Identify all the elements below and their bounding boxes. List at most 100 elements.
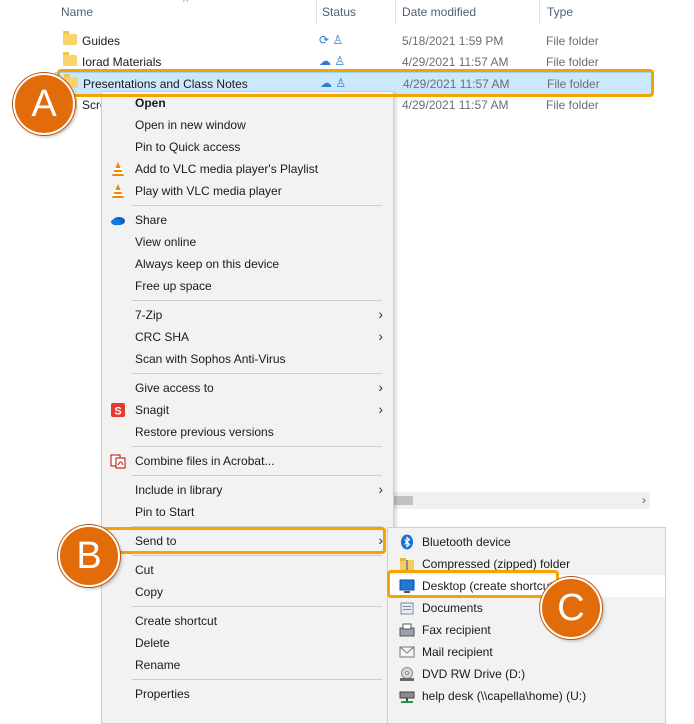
menu-item-vlc-play[interactable]: Play with VLC media player (102, 180, 393, 202)
menu-item-label: Rename (135, 658, 181, 672)
menu-item-copy[interactable]: Copy (102, 581, 393, 603)
send-to-mail[interactable]: Mail recipient (388, 641, 665, 663)
file-name: Guides (82, 34, 121, 48)
highlight-send-to (101, 527, 386, 554)
menu-item-free-up-space[interactable]: Free up space (102, 275, 393, 297)
menu-divider (132, 373, 382, 374)
menu-item-label: Play with VLC media player (135, 184, 282, 198)
menu-item-sophos-scan[interactable]: Scan with Sophos Anti-Virus (102, 348, 393, 370)
submenu-item-label: Compressed (zipped) folder (422, 557, 571, 571)
callout-b: B (58, 525, 120, 587)
menu-item-label: Pin to Quick access (135, 140, 241, 154)
menu-item-label: Free up space (135, 279, 212, 293)
menu-item-cut[interactable]: Cut (102, 559, 393, 581)
chevron-right-icon: › (378, 306, 383, 322)
menu-item-label: Restore previous versions (135, 425, 274, 439)
menu-item-label: 7-Zip (135, 308, 163, 322)
menu-item-pin-start[interactable]: Pin to Start (102, 501, 393, 523)
menu-item-label: Snagit (135, 403, 170, 417)
file-type: File folder (546, 98, 599, 112)
menu-item-share[interactable]: Share (102, 209, 393, 231)
file-type: File folder (546, 55, 599, 69)
mail-icon (399, 644, 415, 660)
send-to-documents[interactable]: Documents (388, 597, 665, 619)
menu-divider (132, 300, 382, 301)
menu-item-label: Create shortcut (135, 614, 218, 628)
folder-icon (63, 31, 77, 45)
send-to-submenu: Bluetooth device Compressed (zipped) fol… (387, 527, 666, 724)
menu-divider (132, 606, 382, 607)
menu-item-label: Copy (135, 585, 164, 599)
send-to-dvd-drive[interactable]: DVD RW Drive (D:) (388, 663, 665, 685)
highlight-selected-folder (57, 69, 654, 97)
file-type: File folder (546, 34, 599, 48)
chevron-right-icon: › (378, 401, 383, 417)
vlc-icon (110, 161, 126, 177)
callout-c: C (540, 577, 602, 639)
file-row-guides[interactable]: Guides ⟳ ♙ 5/18/2021 1:59 PM File folder (55, 30, 651, 51)
documents-icon (399, 600, 415, 616)
scrollbar-thumb[interactable] (393, 496, 413, 505)
menu-item-label: Pin to Start (135, 505, 195, 519)
snagit-icon: S (110, 402, 126, 418)
menu-item-pin-quick-access[interactable]: Pin to Quick access (102, 136, 393, 158)
column-divider[interactable] (316, 0, 317, 24)
menu-item-label: Give access to (135, 381, 214, 395)
menu-item-label: CRC SHA (135, 330, 190, 344)
menu-item-include-library[interactable]: Include in library › (102, 479, 393, 501)
chevron-right-icon: › (378, 328, 383, 344)
menu-item-combine-acrobat[interactable]: Combine files in Acrobat... (102, 450, 393, 472)
menu-item-give-access[interactable]: Give access to › (102, 377, 393, 399)
menu-item-restore-versions[interactable]: Restore previous versions (102, 421, 393, 443)
vlc-icon (110, 183, 126, 199)
menu-item-create-shortcut[interactable]: Create shortcut (102, 610, 393, 632)
submenu-item-label: Documents (422, 601, 483, 615)
menu-item-always-keep[interactable]: Always keep on this device (102, 253, 393, 275)
menu-item-crc-sha[interactable]: CRC SHA › (102, 326, 393, 348)
menu-item-label: Include in library (135, 483, 223, 497)
column-header-name[interactable]: Name (61, 5, 93, 19)
menu-item-delete[interactable]: Delete (102, 632, 393, 654)
svg-text:S: S (114, 406, 121, 418)
menu-item-label: Open in new window (135, 118, 246, 132)
menu-divider (132, 475, 382, 476)
column-divider[interactable] (539, 0, 540, 24)
send-to-fax[interactable]: Fax recipient (388, 619, 665, 641)
menu-item-label: Share (135, 213, 168, 227)
callout-a: A (13, 73, 75, 135)
cloud-status-icon: ☁ ♙ (319, 54, 346, 68)
menu-item-label: Properties (135, 687, 190, 701)
submenu-item-label: Mail recipient (422, 645, 493, 659)
menu-divider (132, 205, 382, 206)
fax-icon (399, 622, 415, 638)
menu-divider (132, 446, 382, 447)
menu-item-vlc-playlist[interactable]: Add to VLC media player's Playlist (102, 158, 393, 180)
column-header-bar: Name ^ Status Date modified Type (0, 0, 694, 24)
menu-item-label: Cut (135, 563, 154, 577)
column-header-status[interactable]: Status (322, 5, 356, 19)
send-to-network-drive[interactable]: help desk (\\capella\home) (U:) (388, 685, 665, 707)
menu-item-rename[interactable]: Rename (102, 654, 393, 676)
bluetooth-icon (399, 534, 415, 550)
file-date: 4/29/2021 11:57 AM (402, 98, 509, 112)
menu-item-open-new-window[interactable]: Open in new window (102, 114, 393, 136)
scroll-right-icon[interactable]: › (642, 493, 646, 507)
highlight-desktop-shortcut (387, 570, 559, 598)
menu-item-snagit[interactable]: S Snagit › (102, 399, 393, 421)
sync-status-icon: ⟳ ♙ (319, 33, 344, 47)
column-header-date-modified[interactable]: Date modified (402, 5, 476, 19)
sort-indicator-icon: ^ (183, 0, 189, 8)
horizontal-scrollbar[interactable]: › (385, 492, 650, 509)
menu-item-label: Scan with Sophos Anti-Virus (135, 352, 286, 366)
menu-item-view-online[interactable]: View online (102, 231, 393, 253)
send-to-bluetooth[interactable]: Bluetooth device (388, 531, 665, 553)
acrobat-icon (110, 453, 126, 469)
column-header-type[interactable]: Type (547, 5, 573, 19)
submenu-item-label: help desk (\\capella\home) (U:) (422, 689, 587, 703)
menu-item-label: Combine files in Acrobat... (135, 454, 275, 468)
menu-item-properties[interactable]: Properties (102, 683, 393, 705)
column-divider[interactable] (395, 0, 396, 24)
context-menu: Open Open in new window Pin to Quick acc… (101, 91, 394, 724)
menu-item-7zip[interactable]: 7-Zip › (102, 304, 393, 326)
file-date: 4/29/2021 11:57 AM (402, 55, 509, 69)
